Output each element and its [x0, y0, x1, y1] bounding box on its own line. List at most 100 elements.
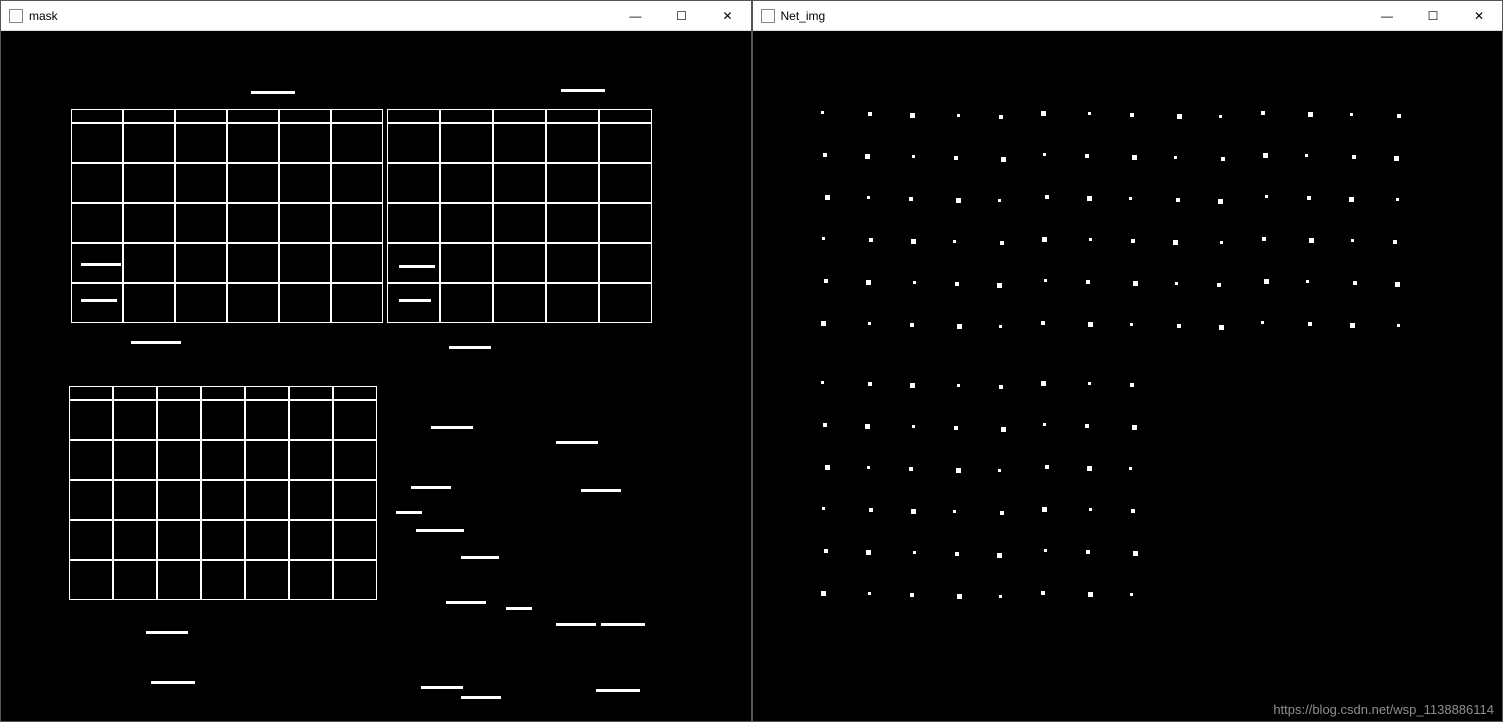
grid-cell — [440, 163, 493, 203]
intersection-dot — [1085, 154, 1089, 158]
stray-line — [446, 601, 486, 604]
intersection-dot — [865, 154, 870, 159]
stray-line — [461, 696, 501, 699]
grid-cell — [331, 283, 383, 323]
grid-cell — [227, 123, 279, 163]
grid-cell — [157, 440, 201, 480]
intersection-dot — [1132, 425, 1137, 430]
minimize-button[interactable]: — — [1364, 1, 1410, 31]
intersection-dot — [1131, 239, 1135, 243]
intersection-dot — [913, 551, 916, 554]
intersection-dot — [1173, 240, 1178, 245]
intersection-dot — [867, 466, 870, 469]
intersection-dot — [1130, 323, 1133, 326]
intersection-dot — [1089, 508, 1092, 511]
grid-cell — [227, 109, 279, 123]
grid-cell — [201, 480, 245, 520]
stray-line — [411, 486, 451, 489]
titlebar-mask[interactable]: mask — ☐ ✕ — [1, 1, 751, 31]
grid-cell — [279, 163, 331, 203]
intersection-dot — [868, 382, 872, 386]
grid-cell — [333, 440, 377, 480]
intersection-dot — [1044, 549, 1047, 552]
intersection-dot — [1086, 280, 1090, 284]
intersection-dot — [1001, 427, 1006, 432]
grid-cell — [289, 480, 333, 520]
intersection-dot — [865, 424, 870, 429]
grid-cell — [493, 123, 546, 163]
stray-line — [81, 299, 117, 302]
grid-cell — [175, 283, 227, 323]
intersection-dot — [999, 115, 1003, 119]
intersection-dot — [911, 509, 916, 514]
intersection-dot — [869, 238, 873, 242]
grid-bottom — [69, 386, 377, 600]
close-button[interactable]: ✕ — [705, 1, 751, 31]
titlebar-net-img[interactable]: Net_img — ☐ ✕ — [753, 1, 1503, 31]
grid-cell — [123, 203, 175, 243]
intersection-dot — [1261, 111, 1265, 115]
intersection-dot — [998, 469, 1001, 472]
grid-cell — [71, 203, 123, 243]
grid-cell — [279, 283, 331, 323]
intersection-dot — [1088, 592, 1093, 597]
stray-line — [556, 623, 596, 626]
close-button[interactable]: ✕ — [1456, 1, 1502, 31]
intersection-dot — [1350, 113, 1353, 116]
grid-top-right — [387, 109, 652, 323]
grid-cell — [227, 203, 279, 243]
maximize-button[interactable]: ☐ — [1410, 1, 1456, 31]
intersection-dot — [821, 381, 824, 384]
grid-cell — [289, 560, 333, 600]
grid-cell — [331, 243, 383, 283]
grid-cell — [113, 520, 157, 560]
intersection-dot — [999, 595, 1002, 598]
intersection-dot — [1041, 591, 1045, 595]
intersection-dot — [957, 594, 962, 599]
grid-cell — [546, 109, 599, 123]
grid-cell — [245, 400, 289, 440]
grid-cell — [440, 123, 493, 163]
intersection-dot — [1309, 238, 1314, 243]
grid-cell — [493, 109, 546, 123]
grid-cell — [599, 203, 652, 243]
intersection-dot — [1308, 112, 1313, 117]
grid-cell — [201, 560, 245, 600]
grid-top-left — [71, 109, 383, 323]
intersection-dot — [1393, 240, 1397, 244]
intersection-dot — [1087, 196, 1092, 201]
intersection-dot — [1043, 423, 1046, 426]
intersection-dot — [868, 112, 872, 116]
grid-cell — [493, 283, 546, 323]
intersection-dot — [957, 324, 962, 329]
grid-cell — [493, 163, 546, 203]
grid-cell — [157, 520, 201, 560]
intersection-dot — [868, 322, 871, 325]
intersection-dot — [1130, 383, 1134, 387]
maximize-button[interactable]: ☐ — [659, 1, 705, 31]
grid-cell — [69, 386, 113, 400]
intersection-dot — [1353, 281, 1357, 285]
intersection-dot — [1044, 279, 1047, 282]
app-icon — [9, 9, 23, 23]
grid-cell — [279, 243, 331, 283]
grid-cell — [333, 480, 377, 520]
grid-cell — [123, 123, 175, 163]
intersection-dot — [821, 321, 826, 326]
intersection-dot — [954, 426, 958, 430]
intersection-dot — [1352, 155, 1356, 159]
intersection-dot — [909, 467, 913, 471]
intersection-dot — [1349, 197, 1354, 202]
grid-cell — [245, 520, 289, 560]
grid-cell — [289, 386, 333, 400]
grid-cell — [387, 123, 440, 163]
intersection-dot — [910, 113, 915, 118]
stray-line — [146, 631, 188, 634]
grid-cell — [546, 163, 599, 203]
minimize-button[interactable]: — — [613, 1, 659, 31]
intersection-dot — [1220, 241, 1223, 244]
stray-line — [251, 91, 295, 94]
intersection-dot — [954, 156, 958, 160]
grid-cell — [201, 520, 245, 560]
intersection-dot — [999, 385, 1003, 389]
